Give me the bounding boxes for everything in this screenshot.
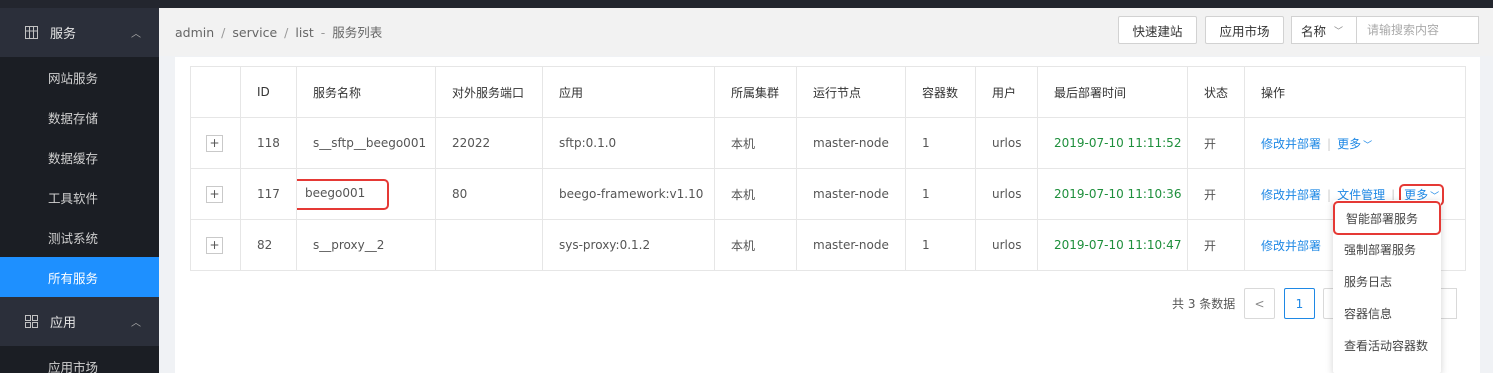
- sidebar-item-app-market[interactable]: 应用市场: [0, 346, 159, 373]
- modify-deploy-link[interactable]: 修改并部署: [1261, 188, 1321, 202]
- cell-containers: 1: [905, 168, 976, 220]
- cell-port: 22022: [435, 117, 543, 169]
- cell-user: urlos: [975, 219, 1038, 271]
- chevron-up-icon: ︿: [131, 29, 141, 40]
- cell-user: urlos: [975, 168, 1038, 220]
- expand-icon[interactable]: +: [206, 236, 223, 254]
- cell-name: s__sftp__beego001: [296, 117, 436, 169]
- table-row: + 82 s__proxy__2 sys-proxy:0.1.2 本机 mast…: [190, 219, 1466, 271]
- cell-status: 开: [1187, 219, 1245, 271]
- cell-time: 2019-07-10 11:11:52: [1037, 117, 1188, 169]
- cell-cluster: 本机: [714, 168, 797, 220]
- service-table: ID 服务名称 对外服务端口 应用 所属集群 运行节点 容器数 用户 最后部署时…: [190, 66, 1466, 271]
- sidebar-item-storage[interactable]: 数据存储: [0, 97, 159, 137]
- table-row: + 117 beego001 80 beego-framework:v1.10 …: [190, 168, 1466, 220]
- more-link[interactable]: 更多 ﹀: [1337, 137, 1372, 151]
- expand-icon[interactable]: +: [206, 185, 223, 203]
- apps-icon: [24, 315, 38, 329]
- quick-build-button[interactable]: 快速建站: [1118, 16, 1197, 44]
- cell-port: 80: [435, 168, 543, 220]
- cell-app: sftp:0.1.0: [542, 117, 715, 169]
- modify-deploy-link[interactable]: 修改并部署: [1261, 137, 1321, 151]
- col-port: 对外服务端口: [435, 66, 543, 118]
- table-row: + 118 s__sftp__beego001 22022 sftp:0.1.0…: [190, 117, 1466, 169]
- cell-node: master-node: [796, 168, 906, 220]
- dropdown-item-container-info[interactable]: 容器信息: [1333, 297, 1441, 329]
- top-bar: [0, 0, 1493, 8]
- breadcrumb-item[interactable]: admin: [175, 25, 214, 40]
- cell-id: 117: [240, 168, 297, 220]
- cell-node: master-node: [796, 117, 906, 169]
- chevron-down-icon: ﹀: [1334, 26, 1344, 37]
- cell-cluster: 本机: [714, 219, 797, 271]
- app-market-button[interactable]: 应用市场: [1205, 16, 1284, 44]
- dropdown-item-smart-deploy[interactable]: 智能部署服务: [1333, 201, 1441, 235]
- cell-time: 2019-07-10 11:10:47: [1037, 219, 1188, 271]
- more-dropdown-menu: 智能部署服务 强制部署服务 服务日志 容器信息 查看活动容器数: [1333, 200, 1441, 373]
- col-ops: 操作: [1244, 66, 1466, 118]
- cell-user: urlos: [975, 117, 1038, 169]
- dropdown-item-force-deploy[interactable]: 强制部署服务: [1333, 233, 1441, 265]
- cell-id: 118: [240, 117, 297, 169]
- cell-node: master-node: [796, 219, 906, 271]
- col-node: 运行节点: [796, 66, 906, 118]
- pagination-prev-button[interactable]: <: [1244, 288, 1275, 319]
- sidebar-group-label: 应用: [50, 316, 77, 331]
- col-app: 应用: [542, 66, 715, 118]
- cell-time: 2019-07-10 11:10:36: [1037, 168, 1188, 220]
- expand-icon[interactable]: +: [206, 134, 223, 152]
- cell-app: sys-proxy:0.1.2: [542, 219, 715, 271]
- grid-icon: [24, 26, 38, 40]
- sidebar-item-test[interactable]: 测试系统: [0, 217, 159, 257]
- col-containers: 容器数: [905, 66, 976, 118]
- chevron-down-icon: ﹀: [1363, 140, 1373, 151]
- cell-port: [435, 219, 543, 271]
- col-cluster: 所属集群: [714, 66, 797, 118]
- table-header-row: ID 服务名称 对外服务端口 应用 所属集群 运行节点 容器数 用户 最后部署时…: [190, 66, 1466, 118]
- col-user: 用户: [975, 66, 1038, 118]
- pagination-page-1[interactable]: 1: [1284, 288, 1315, 319]
- col-expand: [190, 66, 241, 118]
- search-field-value: 名称: [1301, 23, 1327, 39]
- cell-containers: 1: [905, 117, 976, 169]
- dropdown-item-active-containers[interactable]: 查看活动容器数: [1333, 329, 1441, 361]
- search-field-select[interactable]: 名称 ﹀: [1291, 16, 1357, 44]
- col-name: 服务名称: [296, 66, 436, 118]
- sidebar-item-tools[interactable]: 工具软件: [0, 177, 159, 217]
- sidebar-item-all-services[interactable]: 所有服务: [0, 257, 159, 297]
- sidebar-group-service[interactable]: 服务 ︿: [0, 8, 159, 57]
- header-bar: admin / service / list - 服务列表 快速建站 应用市场 名称 ﹀: [159, 8, 1493, 56]
- chevron-up-icon: ︿: [131, 318, 141, 329]
- pagination-total: 共 3 条数据: [1172, 297, 1236, 311]
- cell-id: 82: [240, 219, 297, 271]
- sidebar-group-label: 服务: [50, 27, 77, 42]
- cell-status: 开: [1187, 117, 1245, 169]
- cell-name: beego001: [297, 178, 389, 210]
- cell-cluster: 本机: [714, 117, 797, 169]
- cell-name-cell: beego001: [296, 168, 436, 220]
- col-time: 最后部署时间: [1037, 66, 1188, 118]
- breadcrumb: admin / service / list - 服务列表: [175, 25, 383, 40]
- service-list-card: ID 服务名称 对外服务端口 应用 所属集群 运行节点 容器数 用户 最后部署时…: [175, 57, 1480, 373]
- col-id: ID: [240, 66, 297, 118]
- cell-name: s__proxy__2: [296, 219, 436, 271]
- sidebar: 服务 ︿ 网站服务 数据存储 数据缓存 工具软件 测试系统 所有服务 应用 ︿ …: [0, 8, 159, 373]
- page-title: 服务列表: [332, 25, 383, 40]
- page-gutter: [1480, 57, 1493, 373]
- cell-containers: 1: [905, 219, 976, 271]
- col-status: 状态: [1187, 66, 1245, 118]
- cell-ops: 修改并部署 | 更多 ﹀: [1244, 117, 1466, 169]
- cell-app: beego-framework:v1.10: [542, 168, 715, 220]
- dropdown-item-service-log[interactable]: 服务日志: [1333, 265, 1441, 297]
- sidebar-item-website[interactable]: 网站服务: [0, 57, 159, 97]
- search-input[interactable]: [1356, 16, 1479, 44]
- breadcrumb-item[interactable]: service: [232, 25, 277, 40]
- sidebar-item-cache[interactable]: 数据缓存: [0, 137, 159, 177]
- cell-status: 开: [1187, 168, 1245, 220]
- modify-deploy-link[interactable]: 修改并部署: [1261, 239, 1321, 253]
- breadcrumb-item: list: [295, 25, 314, 40]
- sidebar-group-apps[interactable]: 应用 ︿: [0, 297, 159, 346]
